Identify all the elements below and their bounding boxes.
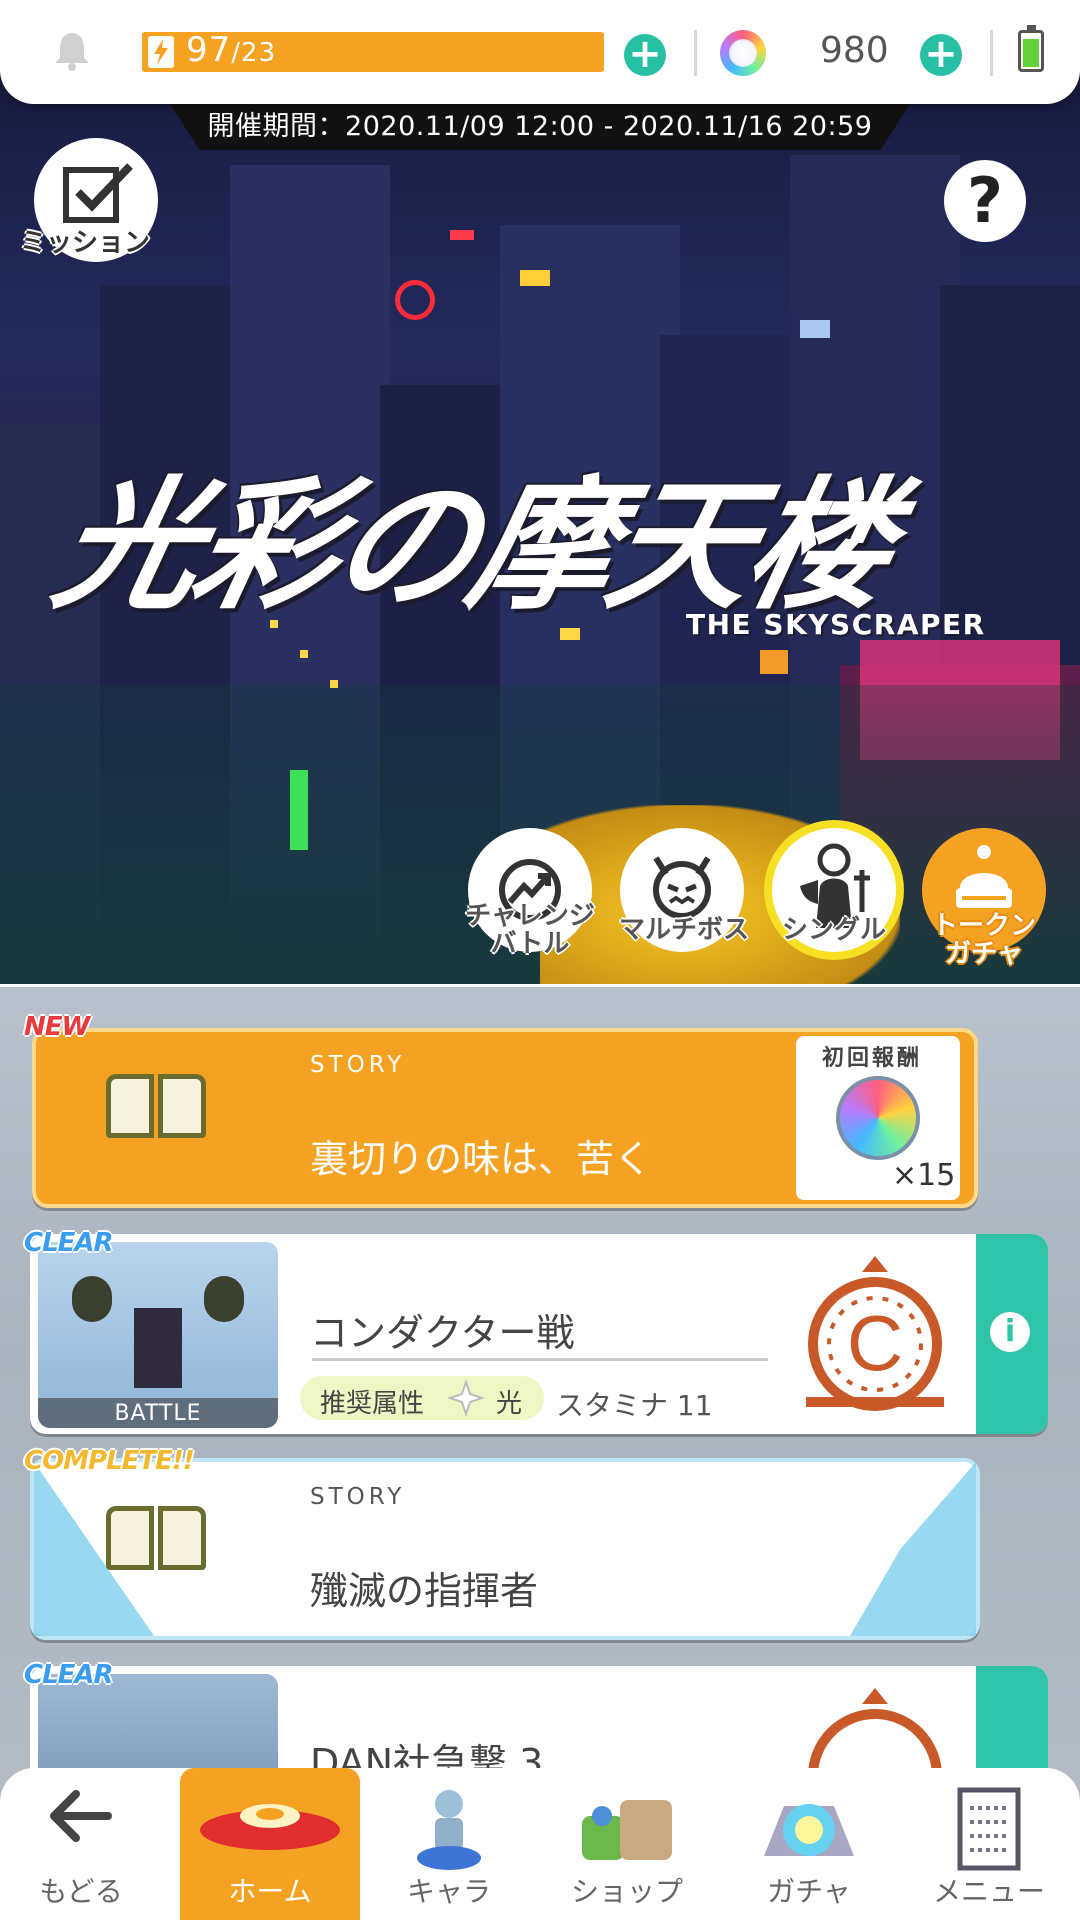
quest-type: STORY [310,1052,406,1078]
rank-c-icon: C [800,1252,950,1426]
nav-label: ショップ [570,1875,683,1908]
nav-label: キャラ [406,1875,491,1908]
nav-back[interactable]: もどる [6,1768,156,1920]
token-gacha-label[interactable]: トークン ガチャ [914,912,1054,968]
add-gem-button[interactable]: + [920,34,962,76]
quest-type: STORY [310,1484,406,1510]
lightning-icon [148,36,174,68]
arrow-left-icon [50,1790,112,1842]
gem-icon [720,30,766,76]
token-bag-icon [956,845,1012,908]
new-badge: NEW [24,1012,90,1042]
clear-badge: CLEAR [24,1660,114,1690]
complete-badge: COMPLETE!! [24,1446,195,1476]
nav-chara[interactable]: キャラ [374,1768,524,1920]
event-period: 開催期間：2020.11/09 12:00 - 2020.11/16 20:59 [170,104,910,150]
help-button[interactable]: ? [944,160,1026,242]
add-stamina-button[interactable]: + [624,34,666,76]
event-logo-subtitle: THE SKYSCRAPER [686,608,986,641]
stamina-value: 97/23 [186,30,277,70]
character-icon [417,1790,481,1870]
nav-label: メニュー [932,1875,1045,1908]
nav-home[interactable]: ホーム [180,1768,360,1920]
enemy-sprite [134,1308,182,1388]
divider [694,30,697,76]
multi-boss-label[interactable]: マルチボス [612,916,756,944]
title-underline [312,1358,768,1361]
mode-label-line1: チャレンジ [465,901,595,931]
nav-shop[interactable]: ショップ [552,1768,702,1920]
nav-menu[interactable]: メニュー [914,1768,1064,1920]
book-icon [106,1074,206,1142]
reward-gem-icon [836,1076,920,1160]
gem-count: 980 [820,30,889,71]
battery-icon [1018,25,1044,72]
stamina-cost: スタミナ 11 [556,1389,713,1422]
quest-title: 殲滅の指揮者 [310,1569,539,1613]
menu-list-icon [957,1787,1021,1871]
enemy-sprite [204,1276,244,1322]
thumbnail-label: BATTLE [114,1401,202,1426]
status-bar: 97/23 + 980 + [0,0,1080,104]
light-attribute-icon [446,1378,486,1420]
info-icon[interactable]: i [990,1312,1030,1352]
mode-label-line2: ガチャ [945,939,1023,969]
battle-thumbnail: BATTLE [38,1242,278,1428]
attribute-value: 光 [496,1389,523,1419]
book-icon [106,1506,206,1574]
clear-badge: CLEAR [24,1228,114,1258]
shop-bags-icon [582,1800,672,1860]
reward-count: ×15 [892,1158,956,1193]
enemy-sprite [72,1276,112,1322]
nav-label: もどる [39,1875,123,1908]
rank-letter: C [847,1299,903,1387]
reward-label: 初回報酬 [822,1046,923,1071]
mission-label[interactable]: ミッション [20,222,150,259]
nav-gacha[interactable]: ガチャ [734,1768,884,1920]
demon-icon [653,856,711,919]
section-divider [0,984,1080,987]
nav-label: ガチャ [767,1875,851,1908]
event-logo: 光彩の摩天楼 [41,464,905,629]
mode-label-line2: バトル [490,929,570,959]
single-label[interactable]: シングル [762,916,906,944]
bell-icon[interactable] [52,30,89,71]
challenge-battle-label[interactable]: チャレンジ バトル [458,902,602,958]
nav-label: ホーム [228,1875,312,1908]
home-icon [200,1804,340,1850]
checkbox-icon [63,163,133,223]
gacha-orb-icon [764,1804,854,1856]
attribute-label: 推奨属性 [320,1389,425,1419]
stamina-max: /23 [231,38,277,68]
divider [990,30,993,76]
quest-title: 裏切りの味は、苦く [310,1137,653,1181]
mode-label-line1: トークン [931,911,1036,941]
quest-title: コンダクター戦 [310,1311,575,1355]
